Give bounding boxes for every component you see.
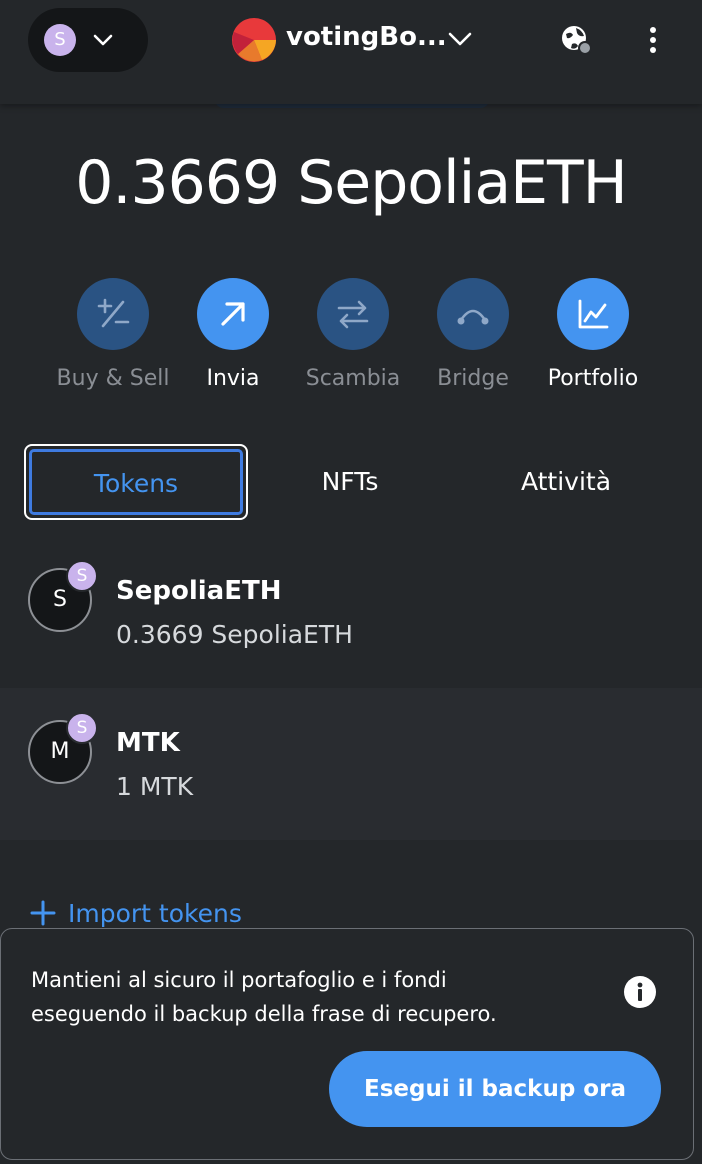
network-badge: S — [66, 560, 98, 592]
portfolio-circle — [557, 278, 629, 350]
swap-circle — [317, 278, 389, 350]
send-arrow-icon — [221, 302, 245, 326]
backup-reminder-line-1: Mantieni al sicuro il portafoglio e i fo… — [31, 968, 447, 992]
backup-reminder-text: Mantieni al sicuro il portafoglio e i fo… — [31, 963, 591, 1031]
tab-tokens[interactable]: Tokens — [24, 444, 248, 520]
account-logo-icon[interactable] — [232, 18, 276, 62]
app-header: S votingBo... — [0, 0, 702, 104]
account-name[interactable]: votingBo... — [286, 22, 447, 52]
token-balance: 1 MTK — [116, 772, 194, 801]
bridge-circle — [437, 278, 509, 350]
plus-icon — [30, 900, 56, 926]
token-name: MTK — [116, 728, 180, 758]
swap-icon — [337, 300, 369, 329]
tab-activity[interactable]: Attività — [466, 444, 666, 520]
tab-nfts[interactable]: NFTs — [250, 444, 450, 520]
backup-reminder-line-2: eseguendo il backup della frase di recup… — [31, 1002, 497, 1026]
balance-display: 0.3669 SepoliaETH — [75, 148, 628, 218]
backup-reminder-banner: Mantieni al sicuro il portafoglio e i fo… — [0, 928, 694, 1160]
portfolio-button[interactable]: Portfolio — [518, 278, 668, 391]
import-tokens-link[interactable]: Import tokens — [30, 896, 242, 930]
send-circle — [197, 278, 269, 350]
network-badge: S — [66, 712, 98, 744]
backup-now-button[interactable]: Esegui il backup ora — [329, 1051, 661, 1127]
portfolio-label: Portfolio — [547, 366, 639, 391]
buy-sell-circle — [77, 278, 149, 350]
globe-connection-icon[interactable] — [558, 22, 594, 58]
buy-sell-icon — [97, 298, 130, 328]
token-balance: 0.3669 SepoliaETH — [116, 620, 353, 649]
kebab-menu-icon[interactable] — [640, 22, 666, 58]
network-avatar: S — [44, 24, 76, 56]
token-row-mtk[interactable]: M S MTK 1 MTK — [0, 688, 702, 840]
token-row-sepoliaeth[interactable]: S S SepoliaETH 0.3669 SepoliaETH — [0, 536, 702, 688]
chevron-down-icon — [93, 34, 113, 46]
info-icon[interactable] — [623, 975, 657, 1009]
tab-bar: Tokens NFTs Attività — [0, 444, 702, 520]
network-picker-button[interactable]: S — [28, 8, 148, 72]
account-chevron-down-icon[interactable] — [446, 28, 474, 50]
portfolio-chart-icon — [578, 299, 609, 329]
bridge-icon — [457, 309, 489, 325]
token-name: SepoliaETH — [116, 576, 282, 606]
import-tokens-label: Import tokens — [68, 898, 242, 928]
action-bar: Buy & Sell Invia Scambia Bridge Portfoli… — [0, 278, 702, 408]
